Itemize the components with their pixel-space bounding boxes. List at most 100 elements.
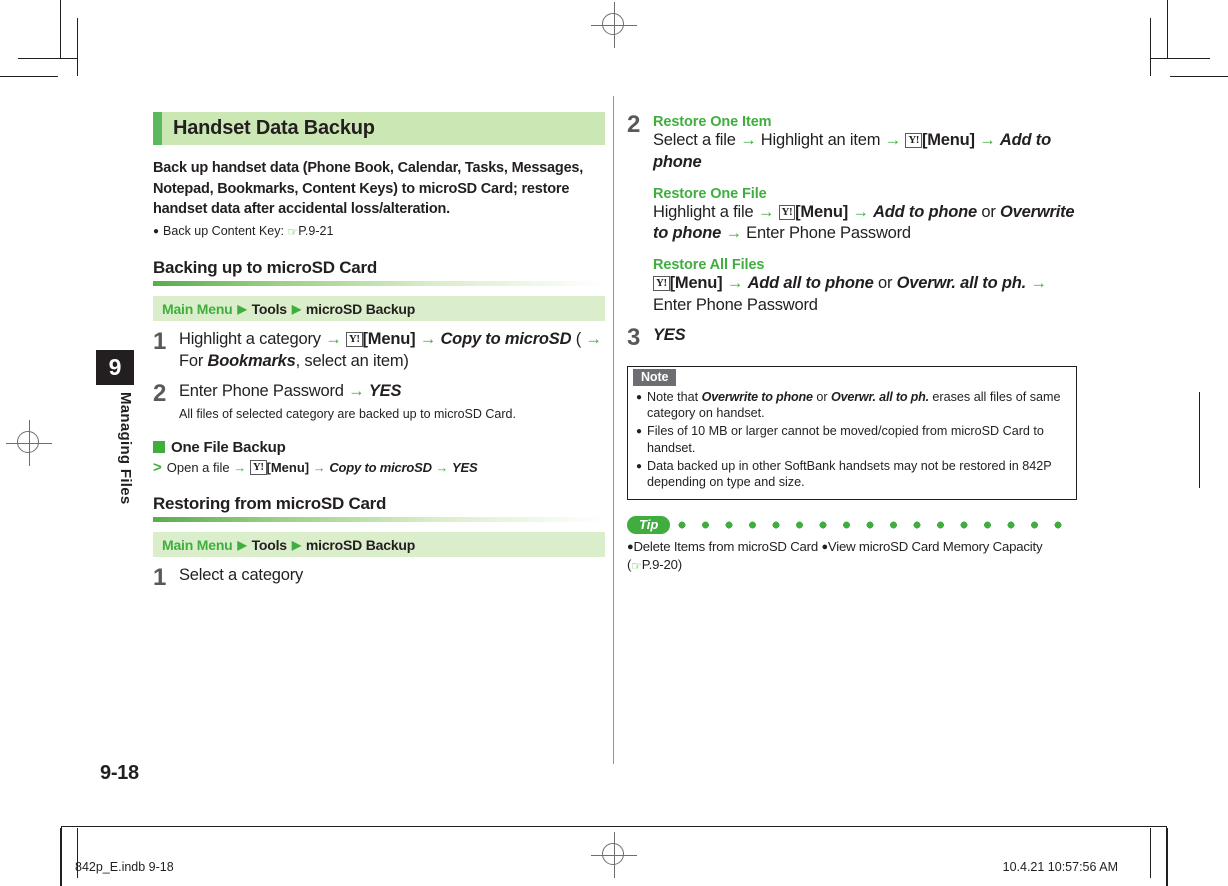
subsection-heading-restoring: Restoring from microSD Card xyxy=(153,494,387,514)
page-ref-hand-icon: ☞ xyxy=(287,224,299,239)
heading-gradient-rule xyxy=(153,517,605,523)
key-label: [Menu] xyxy=(266,459,310,475)
menu-option-name: Overwr. all to ph. xyxy=(896,274,1027,293)
chapter-side-tab: 9 Managing Files xyxy=(96,350,134,505)
step-text: Highlight a category → Y! [Menu] → Copy t… xyxy=(179,330,602,371)
yahoo-menu-key-icon: Y! xyxy=(345,332,363,348)
note-item-text: Note that Overwrite to phone or Overwr. … xyxy=(647,389,1061,421)
step-note: All files of selected category are backe… xyxy=(179,406,516,421)
key-label: [Menu] xyxy=(669,274,723,293)
path-item-tools: Tools xyxy=(251,536,287,553)
crop-mark-tr-h2 xyxy=(1151,58,1210,59)
crop-mark-tl-h xyxy=(0,76,58,77)
bullet-dot-icon: ● xyxy=(636,426,643,438)
path-arrow-icon: ▶ xyxy=(291,301,301,316)
key-label: [Menu] xyxy=(921,131,975,149)
section-heading-bar: Handset Data Backup xyxy=(153,112,605,145)
arrow-right-icon: → xyxy=(581,330,602,349)
key-label: [Menu] xyxy=(795,202,848,221)
registration-mark-bottom xyxy=(591,832,637,878)
arrow-right-icon: → xyxy=(722,274,748,293)
note-item-text: Data backed up in other SoftBank handset… xyxy=(647,458,1052,490)
menu-path-bar-2: Main Menu ▶ Tools ▶ microSD Backup xyxy=(153,532,605,558)
bullet-dot-icon: ● xyxy=(636,391,643,403)
step-number: 1 xyxy=(153,328,167,356)
subsection-heading-backing-up: Backing up to microSD Card xyxy=(153,258,377,278)
step-number: 2 xyxy=(153,379,167,407)
restore-all-files-steps: Y! [Menu] → Add all to phone or Overwr. a… xyxy=(653,274,1047,314)
menu-option-name: Add all to phone xyxy=(747,274,874,293)
menu-option-name: Copy to microSD xyxy=(440,330,572,349)
chapter-number: 9 xyxy=(96,350,134,385)
menu-option-name: YES xyxy=(368,381,402,400)
menu-option-name: YES xyxy=(452,459,478,475)
arrow-right-icon: → xyxy=(757,202,779,221)
arrow-right-icon: → xyxy=(431,459,453,475)
path-item-microsd-backup: microSD Backup xyxy=(305,300,416,317)
arrow-right-icon: → xyxy=(348,381,369,400)
path-arrow-icon: ▶ xyxy=(237,537,247,552)
arrow-right-icon: → xyxy=(721,224,747,243)
chapter-title-vertical: Managing Files xyxy=(117,392,134,505)
arrow-right-icon: → xyxy=(415,330,441,349)
path-main-menu: Main Menu xyxy=(162,536,233,553)
note-list: ● Note that Overwrite to phone or Overwr… xyxy=(628,389,1076,491)
crop-mark-tr-h xyxy=(1170,76,1228,77)
yahoo-menu-key-icon: Y! xyxy=(249,459,267,475)
tip-dot-rule xyxy=(678,521,1077,529)
path-arrow-icon: ▶ xyxy=(291,537,301,552)
tip-item-1: Delete Items from microSD Card xyxy=(633,539,818,554)
path-item-microsd-backup: microSD Backup xyxy=(305,536,416,553)
yahoo-menu-key-icon: Y! xyxy=(778,204,796,220)
note-item: ● Files of 10 MB or larger cannot be mov… xyxy=(636,423,1068,456)
step-3-restore: 3 YES xyxy=(627,325,1077,350)
intro-paragraph: Back up handset data (Phone Book, Calend… xyxy=(153,160,584,218)
note-item: ● Data backed up in other SoftBank hands… xyxy=(636,458,1068,491)
greater-than-marker-icon: > xyxy=(153,458,162,476)
slug-timestamp: 10.4.21 10:57:56 AM xyxy=(1002,860,1118,874)
arrow-right-icon: → xyxy=(740,131,761,149)
bullet-dot-icon: ● xyxy=(153,225,160,237)
arrow-right-icon: → xyxy=(974,131,1000,149)
page-number: 9-18 xyxy=(100,762,139,784)
intro-bullet: ● Back up Content Key: ☞P.9-21 xyxy=(153,223,605,241)
note-item-text: Files of 10 MB or larger cannot be moved… xyxy=(647,424,1044,455)
arrow-right-icon: → xyxy=(233,459,250,475)
menu-option-name: Bookmarks xyxy=(207,352,296,371)
step-1-restore: 1 Select a category xyxy=(153,565,605,590)
menu-option-name: Overwr. all to ph. xyxy=(831,389,929,404)
restore-one-item-steps: Select a file → Highlight an item → Y! [M… xyxy=(653,131,1051,171)
menu-option-name: Copy to microSD xyxy=(329,459,432,475)
crop-mark-tl-v xyxy=(60,0,61,58)
step-number: 1 xyxy=(153,564,167,592)
crop-mark-tr-v xyxy=(1167,0,1168,58)
page-ref-hand-icon: ☞ xyxy=(631,558,642,573)
tip-badge: Tip xyxy=(627,516,671,534)
menu-option-name: Add to phone xyxy=(873,202,977,221)
note-item: ● Note that Overwrite to phone or Overwr… xyxy=(636,389,1068,422)
right-column: 2 Restore One Item Select a file → Highl… xyxy=(627,112,1077,574)
intro-bullet-page-ref: P.9-21 xyxy=(298,223,334,238)
arrow-right-icon: → xyxy=(884,131,906,149)
step-2-restore: 2 Restore One Item Select a file → Highl… xyxy=(627,112,1077,317)
restore-all-files-heading: Restore All Files xyxy=(653,257,765,274)
slug-filename: 842p_E.indb 9-18 xyxy=(75,860,174,874)
heading-accent-bar xyxy=(153,112,162,145)
step-1-backup: 1 Highlight a category → Y! [Menu] → Copy… xyxy=(153,329,605,373)
page-title: Handset Data Backup xyxy=(173,117,375,139)
tip-header-row: Tip xyxy=(627,516,1077,534)
registration-mark-top xyxy=(591,2,637,48)
arrow-right-icon: → xyxy=(309,459,330,475)
arrow-right-icon: → xyxy=(325,330,346,349)
tip-item-2: View microSD Card Memory Capacity xyxy=(827,539,1043,554)
green-square-icon xyxy=(153,441,165,453)
crop-mark-br-v xyxy=(1167,828,1168,886)
step-number: 2 xyxy=(627,111,641,138)
crop-mark-br-v2 xyxy=(1150,828,1151,878)
menu-option-name: YES xyxy=(653,325,686,344)
path-arrow-icon: ▶ xyxy=(237,301,247,316)
arrow-right-icon: → xyxy=(1026,274,1047,293)
restore-one-file-heading: Restore One File xyxy=(653,185,767,202)
yahoo-menu-key-icon: Y! xyxy=(653,276,670,292)
step-2-backup: 2 Enter Phone Password → YES All files o… xyxy=(153,381,605,423)
